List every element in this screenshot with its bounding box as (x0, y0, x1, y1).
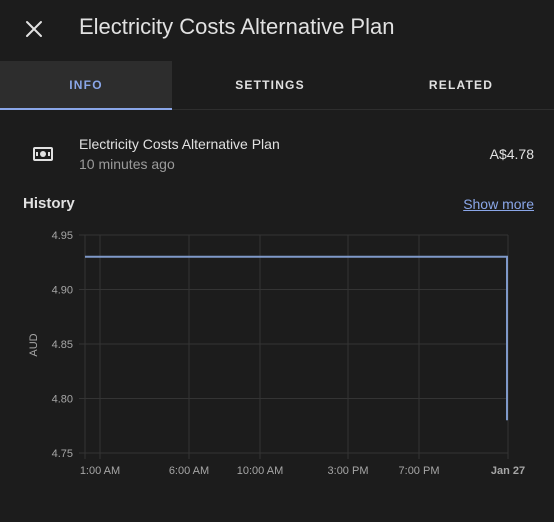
x-tick-label: 6:00 AM (169, 465, 209, 477)
x-tick-label: Jan 27 (491, 465, 525, 477)
x-axis: 1:00 AM 6:00 AM 10:00 AM 3:00 PM 7:00 PM Jan … (80, 465, 525, 477)
tab-settings[interactable]: SETTINGS (172, 61, 368, 109)
y-tick-label: 4.90 (52, 285, 73, 297)
y-tick-label: 4.80 (52, 394, 73, 406)
chart-grid (79, 234, 509, 459)
y-tick-label: 4.85 (52, 339, 73, 351)
history-title: History (23, 195, 75, 212)
entity-name: Electricity Costs Alternative Plan (79, 136, 280, 152)
dialog-header: Electricity Costs Alternative Plan (0, 0, 554, 60)
y-tick-label: 4.75 (52, 448, 73, 460)
entity-row: Electricity Costs Alternative Plan 10 mi… (0, 130, 554, 180)
x-tick-label: 3:00 PM (328, 465, 369, 477)
entity-state: A$4.78 (489, 146, 534, 162)
tab-info[interactable]: INFO (0, 61, 172, 110)
close-button[interactable] (14, 9, 54, 49)
x-tick-label: 7:00 PM (399, 465, 440, 477)
x-tick-label: 1:00 AM (80, 465, 120, 477)
y-tick-label: 4.95 (52, 230, 73, 242)
show-more-link[interactable]: Show more (463, 196, 534, 212)
more-info-dialog: Electricity Costs Alternative Plan INFO … (0, 0, 554, 522)
cash-icon (33, 147, 53, 161)
entity-last-changed: 10 minutes ago (79, 156, 175, 172)
dialog-title: Electricity Costs Alternative Plan (79, 14, 395, 39)
history-chart: 4.95 4.90 4.85 4.80 4.75 1:00 AM 6:00 AM 10:00… (28, 230, 525, 477)
close-icon (26, 21, 42, 37)
chart-series (85, 255, 508, 421)
series-line (85, 255, 508, 421)
y-axis: 4.95 4.90 4.85 4.80 4.75 (52, 230, 73, 460)
x-tick-label: 10:00 AM (237, 465, 283, 477)
tab-related[interactable]: RELATED (368, 61, 554, 109)
y-axis-label: AUD (28, 333, 40, 356)
tab-bar: INFO SETTINGS RELATED (0, 61, 554, 110)
